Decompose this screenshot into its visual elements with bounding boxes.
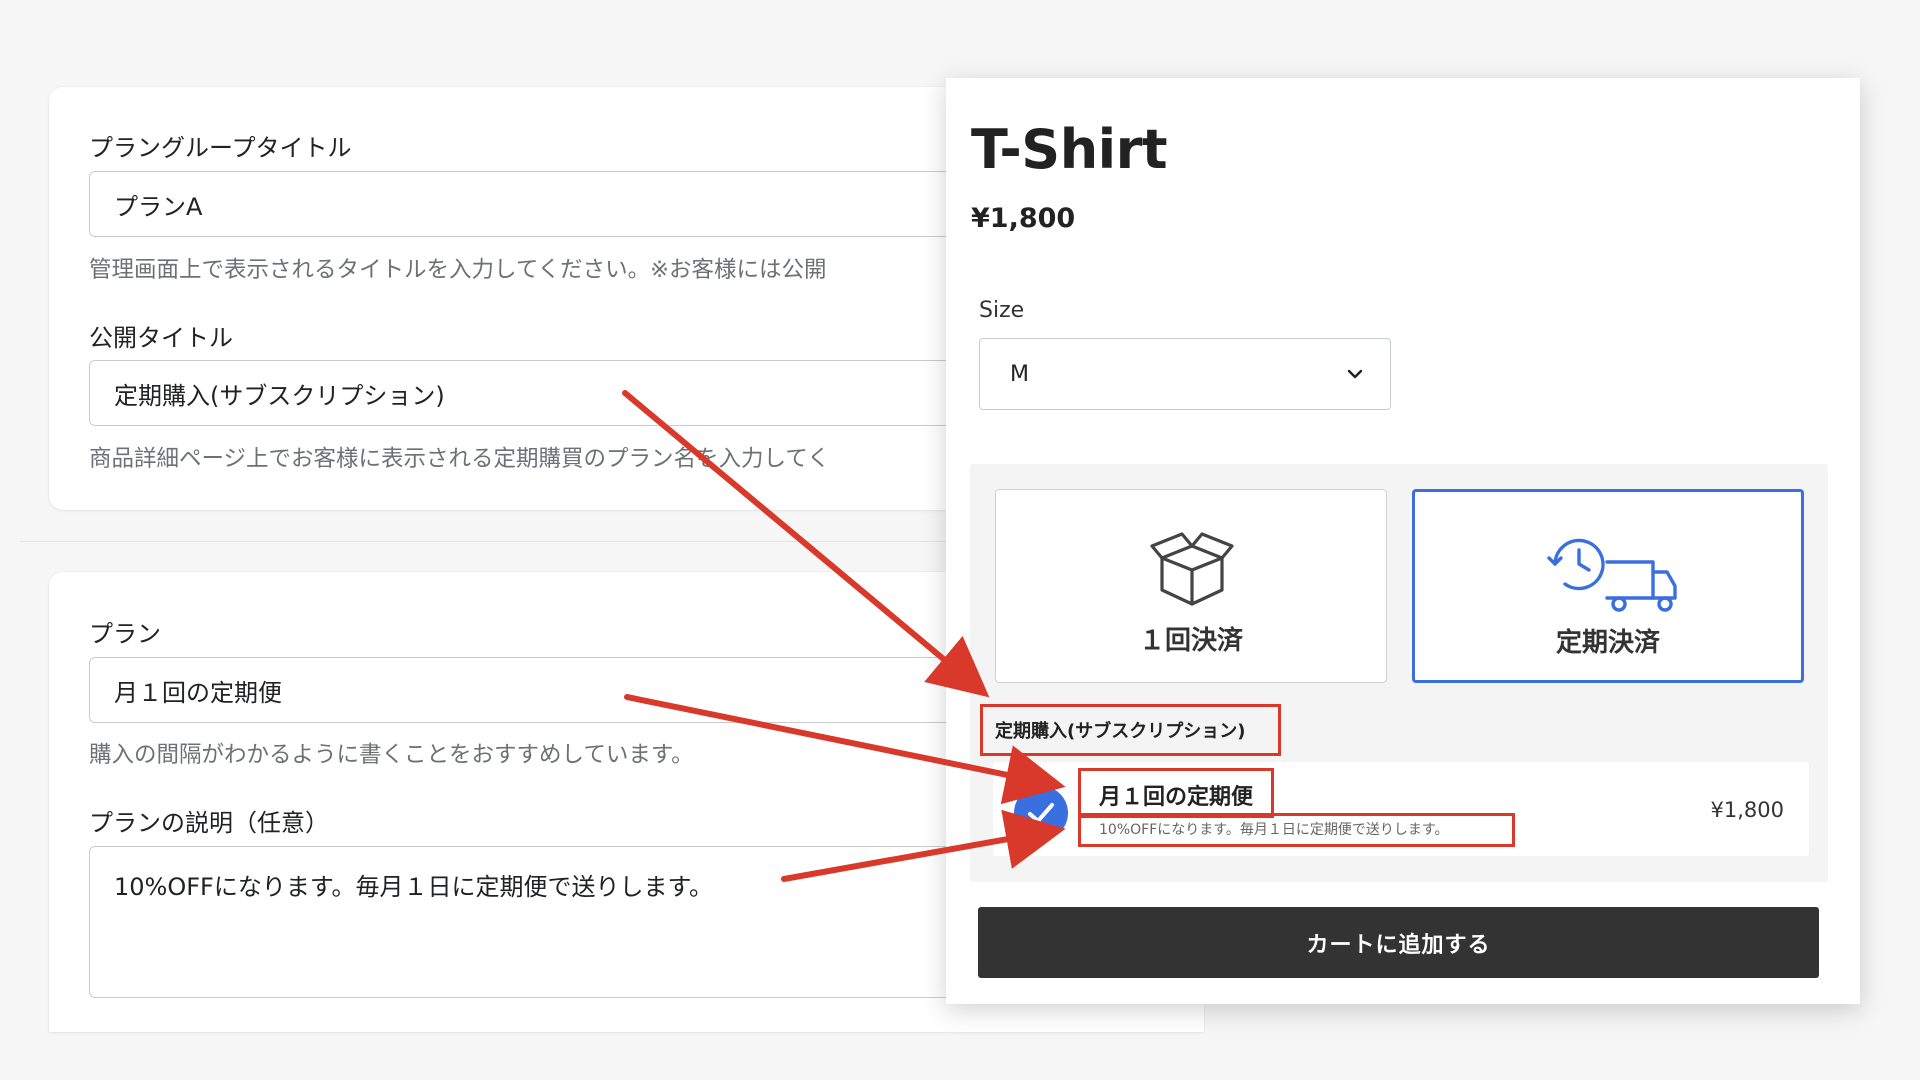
add-to-cart-button[interactable]: カートに追加する [978,907,1819,978]
checkmark-icon [1028,803,1054,823]
box-icon [1150,532,1234,606]
group-title-help: 管理画面上で表示されるタイトルを入力してください。※お客様には公開 [89,257,827,283]
product-title: T-Shirt [971,118,1168,181]
plan-help: 購入の間隔がわかるように書くことをおすすめしています。 [89,742,694,768]
plan-selected-checkbox[interactable] [1014,786,1068,840]
plan-label: プラン [89,620,161,648]
size-select-value: M [1010,361,1029,387]
plan-price: ¥1,800 [1710,798,1784,822]
public-title-help: 商品詳細ページ上でお客様に表示される定期購買のプラン名を入力してく [89,446,830,472]
size-label: Size [979,298,1025,323]
subscription-payment-label: 定期決済 [1555,628,1660,658]
plan-description: 10%OFFになります。毎月１日に定期便で送りします。 [1099,822,1449,838]
public-title-label: 公開タイトル [89,324,233,352]
plan-description-label: プランの説明（任意） [89,809,329,837]
chevron-down-icon [1347,369,1363,379]
one-time-payment-label: １回決済 [1138,626,1243,656]
subscription-payment-option[interactable]: 定期決済 [1412,489,1804,683]
subscription-group-label: 定期購入(サブスクリプション) [995,721,1246,742]
group-title-label: プラングループタイトル [89,134,352,162]
plan-name: 月１回の定期便 [1099,785,1254,810]
clock-truck-icon [1547,538,1677,612]
one-time-payment-option[interactable]: １回決済 [995,489,1387,683]
product-price: ¥1,800 [971,203,1076,234]
size-select[interactable]: M [979,338,1391,410]
